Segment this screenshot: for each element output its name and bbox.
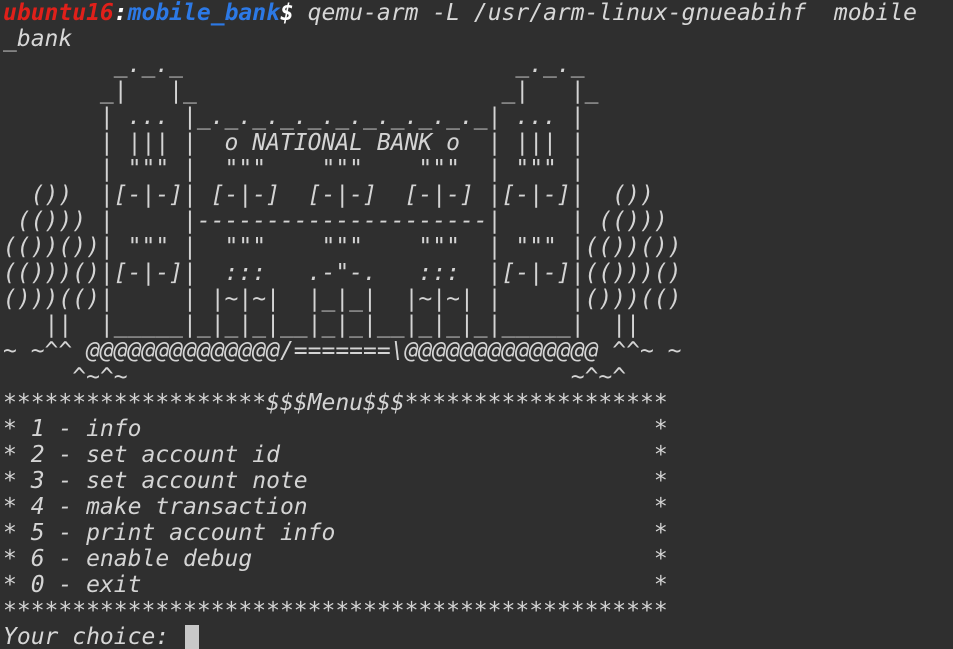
menu-border-top: *******************$$$Menu$$$***********… bbox=[3, 390, 668, 416]
menu-border-bottom: ****************************************… bbox=[3, 598, 668, 624]
menu-item-info: * 1 - info * bbox=[3, 416, 668, 442]
choice-input-line[interactable]: Your choice: bbox=[0, 624, 953, 649]
banner-line: (()))()|[-|-]| ::: .-"-. ::: |[-|-]|(())… bbox=[3, 260, 682, 286]
prompt-host: ubuntu16 bbox=[3, 0, 114, 26]
command-text: qemu-arm -L /usr/arm-linux-gnueabihf mob… bbox=[293, 0, 917, 26]
menu-item-print-account-info: * 5 - print account info * bbox=[3, 520, 668, 546]
banner-line: | """ | """ """ """ | """ | bbox=[3, 156, 585, 182]
prompt-line: ubuntu16:mobile_bank$ qemu-arm -L /usr/a… bbox=[0, 0, 953, 26]
command-wrap-text: _bank bbox=[3, 26, 73, 52]
choice-label: Your choice: bbox=[3, 624, 184, 649]
banner-line: _| |_ _| |_ bbox=[3, 78, 599, 104]
menu-item-exit: * 0 - exit * bbox=[3, 572, 668, 598]
menu-item-enable-debug: * 6 - enable debug * bbox=[3, 546, 668, 572]
banner-line: | ... |_._._._._._._._._._._| ... | bbox=[3, 104, 585, 130]
menu-item-set-account-id: * 2 - set account id * bbox=[3, 442, 668, 468]
command-wrap-line: _bank bbox=[0, 26, 953, 52]
banner-line: _._._ _._._ bbox=[3, 52, 585, 78]
menu-box: *******************$$$Menu$$$***********… bbox=[0, 390, 953, 624]
prompt-path: mobile_bank bbox=[127, 0, 280, 26]
prompt-dollar: $ bbox=[279, 0, 294, 26]
bank-ascii-banner: _._._ _._._ _| |_ _| |_ | ... |_._._._._… bbox=[0, 52, 953, 390]
prompt-separator: : bbox=[113, 0, 128, 26]
menu-item-set-account-note: * 3 - set account note * bbox=[3, 468, 668, 494]
banner-line: (())) | |---------------------| | (())) bbox=[3, 208, 668, 234]
banner-line: || |_____|_|_|_|__|_|_|__|_|_|_|_____| |… bbox=[3, 312, 640, 338]
banner-line: ()) |[-|-]| [-|-] [-|-] [-|-] |[-|-]| ()… bbox=[3, 182, 654, 208]
banner-line: (())())| """ | """ """ """ | """ |(())()… bbox=[3, 234, 682, 260]
terminal-window[interactable]: ubuntu16:mobile_bank$ qemu-arm -L /usr/a… bbox=[0, 0, 953, 649]
banner-line: ^~^~ ~^~^ bbox=[3, 364, 627, 390]
menu-item-make-transaction: * 4 - make transaction * bbox=[3, 494, 668, 520]
cursor-block bbox=[185, 625, 200, 649]
banner-line: ()))(()| | |~|~| |_|_| |~|~| | |()))(() bbox=[3, 286, 682, 312]
banner-line: ~ ~^^ @@@@@@@@@@@@@@/=======\@@@@@@@@@@@… bbox=[3, 338, 682, 364]
banner-line: | ||| | o NATIONAL BANK o | ||| | bbox=[3, 130, 585, 156]
